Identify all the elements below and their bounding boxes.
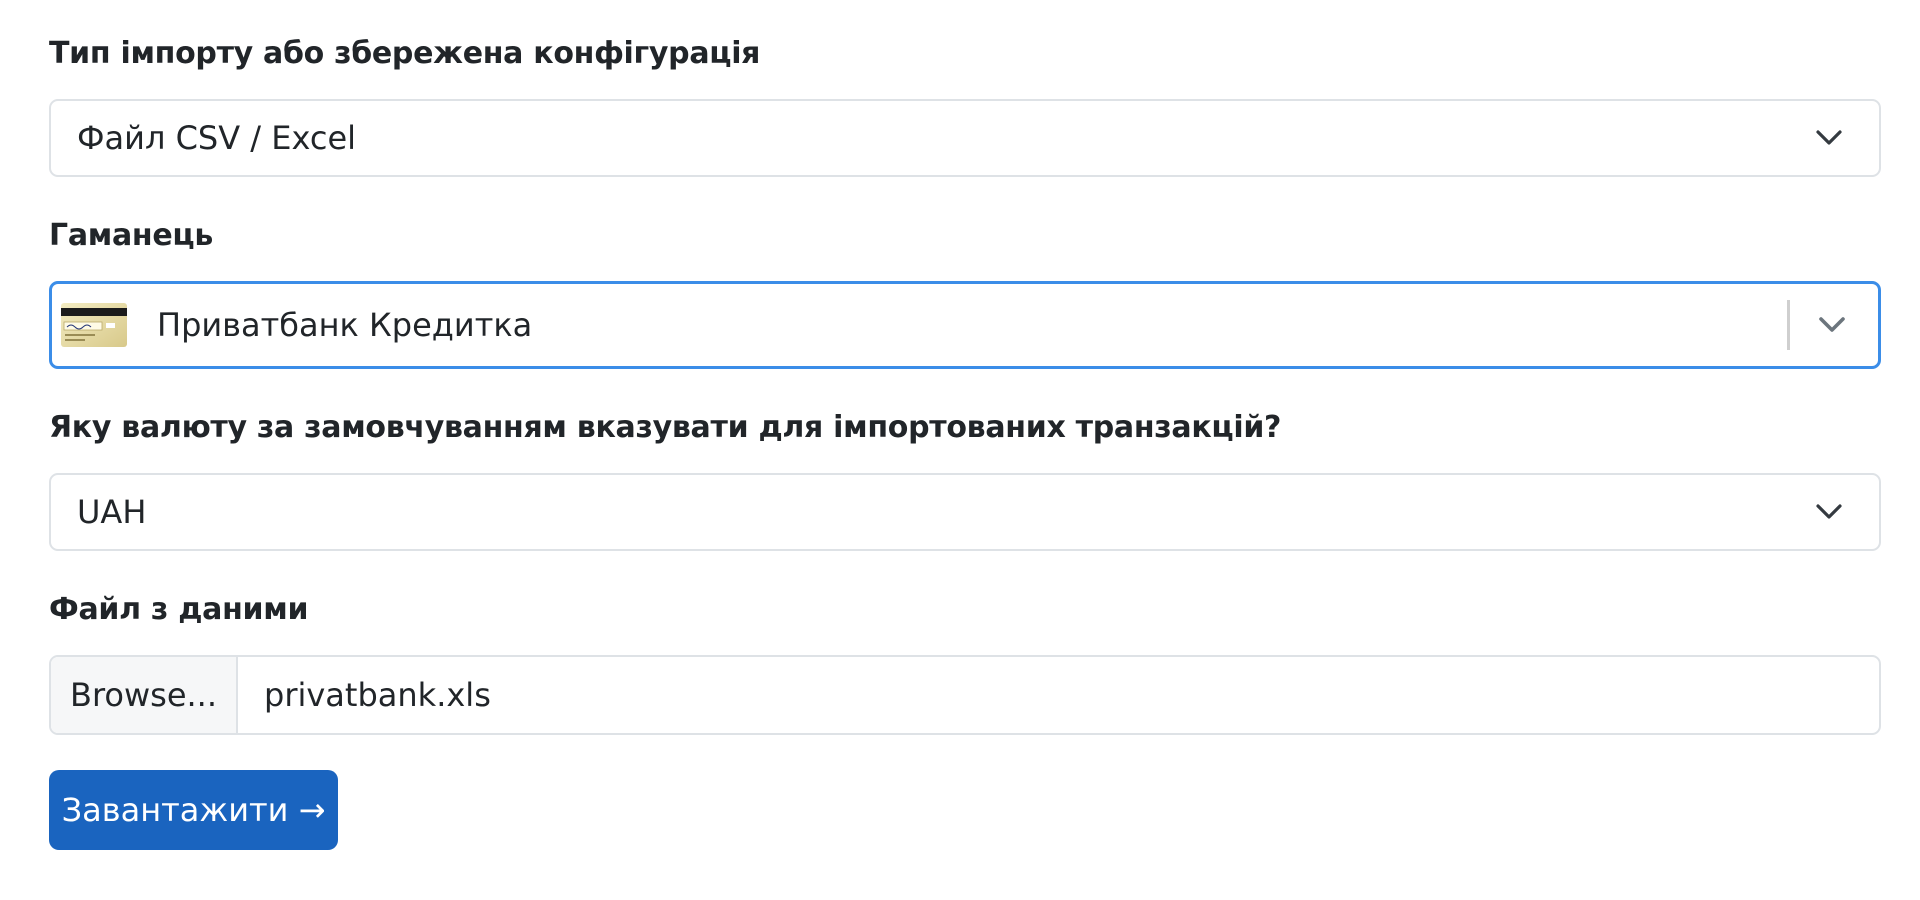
currency-select[interactable]: UAH bbox=[49, 473, 1881, 551]
file-input[interactable]: Browse... privatbank.xls bbox=[49, 655, 1881, 735]
currency-value: UAH bbox=[77, 493, 147, 531]
file-name: privatbank.xls bbox=[264, 676, 491, 714]
import-type-value: Файл CSV / Excel bbox=[77, 119, 357, 157]
import-type-select[interactable]: Файл CSV / Excel bbox=[49, 99, 1881, 177]
chevron-down-icon[interactable] bbox=[1810, 303, 1854, 347]
wallet-value: Приватбанк Кредитка bbox=[157, 306, 533, 344]
currency-label: Яку валюту за замовчуванням вказувати дл… bbox=[49, 410, 1282, 445]
import-type-label: Тип імпорту або збережена конфігурація bbox=[49, 36, 761, 71]
wallet-select[interactable]: Приватбанк Кредитка bbox=[49, 281, 1881, 369]
chevron-down-icon bbox=[1807, 116, 1851, 160]
upload-button[interactable]: Завантажити → bbox=[49, 770, 338, 850]
wallet-label: Гаманець bbox=[49, 218, 214, 253]
file-label: Файл з даними bbox=[49, 592, 309, 627]
chevron-down-icon bbox=[1807, 490, 1851, 534]
browse-button[interactable]: Browse... bbox=[51, 657, 238, 733]
select-divider bbox=[1787, 300, 1790, 350]
credit-card-icon bbox=[61, 303, 127, 347]
